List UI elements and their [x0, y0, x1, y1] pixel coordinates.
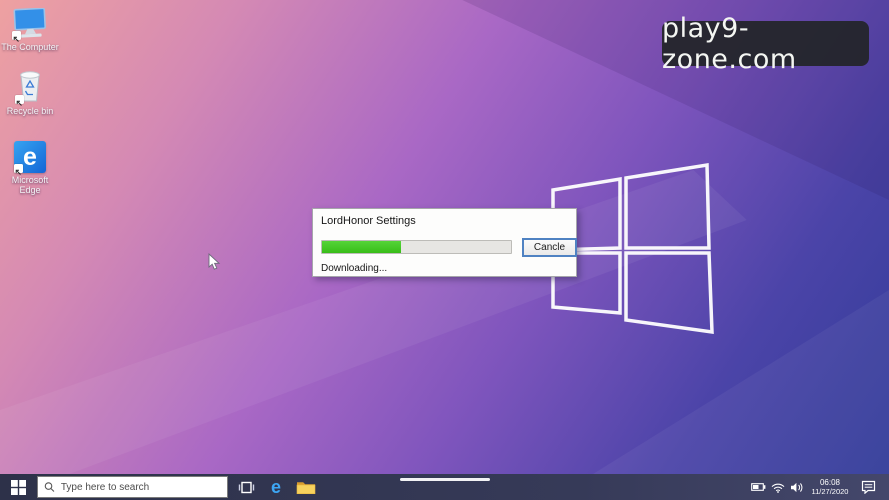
search-icon [44, 481, 55, 493]
taskbar-search[interactable] [37, 476, 228, 498]
installer-dialog: LordHonor Settings Cancle Downloading... [312, 208, 577, 277]
progress-fill [322, 241, 401, 253]
desktop-icon-label: The Computer [1, 42, 59, 52]
battery-icon [751, 482, 766, 492]
action-center-button[interactable] [856, 474, 880, 500]
windows-start-icon [11, 480, 26, 495]
watermark-badge: play9-zone.com [662, 21, 869, 66]
clock-time: 06:08 [820, 478, 840, 487]
desktop-icon-label: Recycle bin [7, 106, 54, 116]
wifi-icon [771, 482, 785, 493]
volume-tray-button[interactable] [788, 474, 806, 500]
desktop-icon-recycle-bin[interactable]: Recycle bin [1, 66, 59, 116]
clock-date: 11/27/2020 [812, 487, 849, 496]
progress-bar [321, 240, 512, 254]
action-center-icon [861, 480, 876, 494]
search-input[interactable] [61, 482, 221, 493]
taskbar-clock[interactable]: 06:08 11/27/2020 [806, 474, 854, 500]
cancel-button[interactable]: Cancle [522, 238, 577, 257]
folder-icon [296, 480, 316, 495]
task-view-button[interactable] [232, 474, 260, 500]
shortcut-arrow-icon [14, 164, 23, 173]
desktop: play9-zone.com The Computer [0, 0, 889, 500]
desktop-icon-label: Microsoft Edge [1, 175, 59, 195]
shortcut-arrow-icon [15, 95, 24, 104]
edge-taskbar-button[interactable]: e [262, 474, 290, 500]
start-button[interactable] [0, 474, 37, 500]
edge-glyph: e [23, 142, 37, 172]
file-explorer-button[interactable] [292, 474, 320, 500]
volume-icon [790, 482, 804, 493]
watermark-text: play9-zone.com [662, 13, 869, 75]
desktop-icon-this-computer[interactable]: The Computer [1, 6, 59, 52]
edge-icon: e [271, 477, 281, 498]
download-status-text: Downloading... [321, 263, 387, 274]
wifi-tray-button[interactable] [769, 474, 787, 500]
video-scrubber-line [400, 478, 490, 481]
dialog-title: LordHonor Settings [321, 215, 416, 227]
mouse-cursor [208, 253, 221, 271]
battery-tray-button[interactable] [749, 474, 767, 500]
task-view-icon [238, 480, 255, 495]
taskbar: e [0, 474, 889, 500]
desktop-icon-microsoft-edge[interactable]: e Microsoft Edge [1, 139, 59, 195]
shortcut-arrow-icon [12, 31, 21, 40]
